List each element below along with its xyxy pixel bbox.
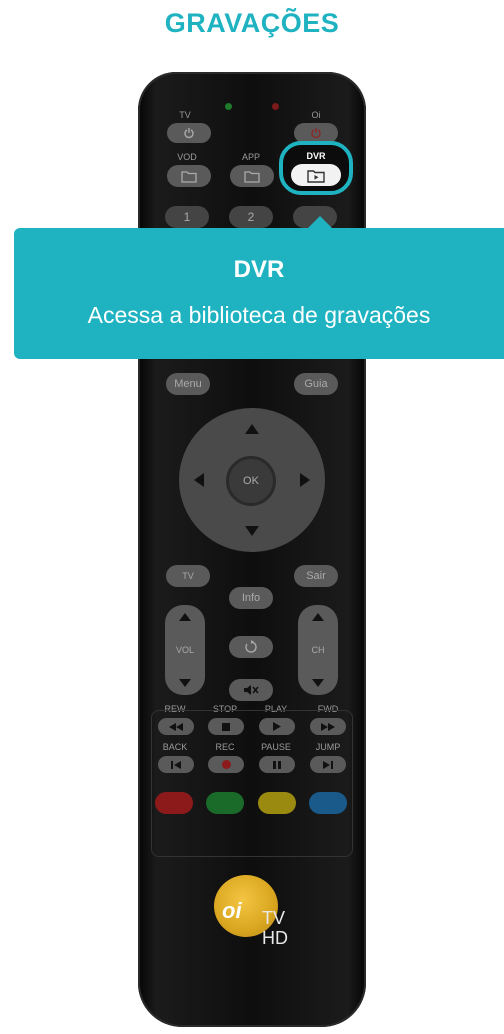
arrow-left-icon [194,473,204,487]
channel-rocker: CH [298,605,338,695]
dpad-down-button[interactable] [228,516,276,546]
menu-label: Menu [174,378,202,390]
tv-label: TV [179,110,191,120]
tv-power-button[interactable] [167,123,211,143]
oi-logo-text: oi [222,898,242,923]
oi-label: Oi [311,110,321,120]
arrow-right-icon [300,473,310,487]
red-button[interactable] [155,792,193,814]
green-button[interactable] [206,792,244,814]
key-1-label: 1 [183,210,191,224]
arrow-up-icon [245,424,259,434]
dvr-button[interactable] [291,164,341,186]
mute-icon [243,684,259,696]
ch-label: CH [311,645,325,655]
yellow-button[interactable] [258,792,296,814]
app-label: APP [241,152,260,162]
tooltip-description: Acessa a biblioteca de gravações [87,302,431,328]
color-buttons-panel [151,710,353,857]
arrow-down-icon[interactable] [179,679,191,687]
vod-button[interactable] [167,165,211,187]
arrow-up-icon[interactable] [179,613,191,621]
led-green [225,103,232,110]
vod-label: VOD [177,152,197,162]
tooltip-title: DVR [233,256,285,283]
key-2-label: 2 [247,210,255,224]
replay-button[interactable] [229,636,273,658]
dpad-right-button[interactable] [290,464,320,496]
info-button[interactable]: Info [229,587,273,609]
power-icon [183,127,195,139]
logo-tv-text: TV [262,908,286,928]
folder-icon [244,169,260,183]
info-label: Info [241,592,261,604]
tooltip: DVR Acessa a biblioteca de gravações [14,228,504,359]
ok-label: OK [243,475,259,487]
folder-icon [181,169,197,183]
replay-icon [244,640,258,654]
dpad-left-button[interactable] [184,464,214,496]
oi-power-button[interactable] [294,123,338,143]
dpad-up-button[interactable] [228,414,276,444]
page-title: GRAVAÇÕES [164,8,340,38]
arrow-down-icon[interactable] [312,679,324,687]
arrow-up-icon[interactable] [312,613,324,621]
mute-button[interactable] [229,679,273,701]
vol-label: VOL [175,645,194,655]
power-icon [310,127,322,139]
menu-button[interactable]: Menu [166,373,210,395]
guia-label: Guia [304,378,328,390]
blue-button[interactable] [309,792,347,814]
key-1-button[interactable]: 1 [165,206,209,228]
tv-mode-button[interactable]: TV [166,565,210,587]
sair-label: Sair [306,570,326,582]
led-red [272,103,279,110]
arrow-down-icon [245,526,259,536]
ok-button[interactable]: OK [226,456,276,506]
logo-hd-text: HD [262,928,288,948]
dvr-label: DVR [306,151,326,161]
app-button[interactable] [230,165,274,187]
guia-button[interactable]: Guia [294,373,338,395]
tv-mode-icon: TV [182,571,194,581]
volume-rocker: VOL [165,605,205,695]
sair-button[interactable]: Sair [294,565,338,587]
folder-play-icon [307,168,325,183]
key-2-button[interactable]: 2 [229,206,273,228]
